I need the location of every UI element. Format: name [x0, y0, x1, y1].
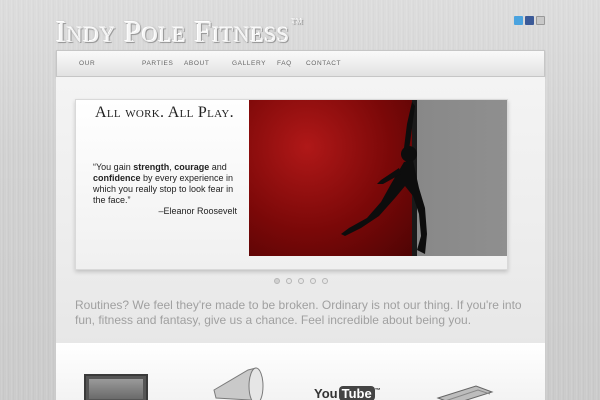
- nav-item-contact[interactable]: CONTACT: [306, 60, 341, 67]
- quote-courage: courage: [174, 162, 210, 172]
- logo-text: Indy Pole Fitness: [56, 14, 290, 49]
- slider-dot-3[interactable]: [298, 278, 304, 284]
- slider-dot-4[interactable]: [310, 278, 316, 284]
- slide-headline: All work. All Play.: [95, 104, 234, 121]
- youtube-icon[interactable]: You Tube ™: [314, 386, 381, 400]
- main-nav: OUR PARTIES ABOUT GALLERY FAQ CONTACT: [56, 50, 545, 77]
- social-links: [514, 16, 545, 25]
- slide-quote: “You gain strength, courage and confiden…: [93, 162, 234, 205]
- tagline-text: Routines? We feel they're made to be bro…: [75, 298, 522, 327]
- nav-item-our[interactable]: OUR: [79, 60, 95, 67]
- slider-dot-5[interactable]: [322, 278, 328, 284]
- mail-icon[interactable]: [536, 16, 545, 25]
- photo-gallery-icon[interactable]: [84, 374, 148, 400]
- nav-item-parties[interactable]: PARTIES: [142, 60, 173, 67]
- gift-cards-icon[interactable]: [436, 384, 496, 400]
- quote-strength: strength: [133, 162, 170, 172]
- slider-pagination: [274, 278, 328, 284]
- pole-dancer-silhouette-icon: [341, 100, 427, 256]
- facebook-icon[interactable]: [525, 16, 534, 25]
- slide-image[interactable]: [249, 100, 507, 256]
- megaphone-icon[interactable]: [210, 364, 270, 400]
- slider-dot-2[interactable]: [286, 278, 292, 284]
- quote-confidence: confidence: [93, 173, 141, 183]
- quote-author: –Eleanor Roosevelt: [158, 206, 237, 216]
- slider-dot-1[interactable]: [274, 278, 280, 284]
- nav-item-faq[interactable]: FAQ: [277, 60, 292, 67]
- nav-item-gallery[interactable]: GALLERY: [232, 60, 266, 67]
- logo-trademark: TM: [291, 18, 304, 26]
- twitter-icon[interactable]: [514, 16, 523, 25]
- nav-item-about[interactable]: ABOUT: [184, 60, 209, 67]
- site-logo[interactable]: Indy Pole Fitness TM: [56, 14, 303, 50]
